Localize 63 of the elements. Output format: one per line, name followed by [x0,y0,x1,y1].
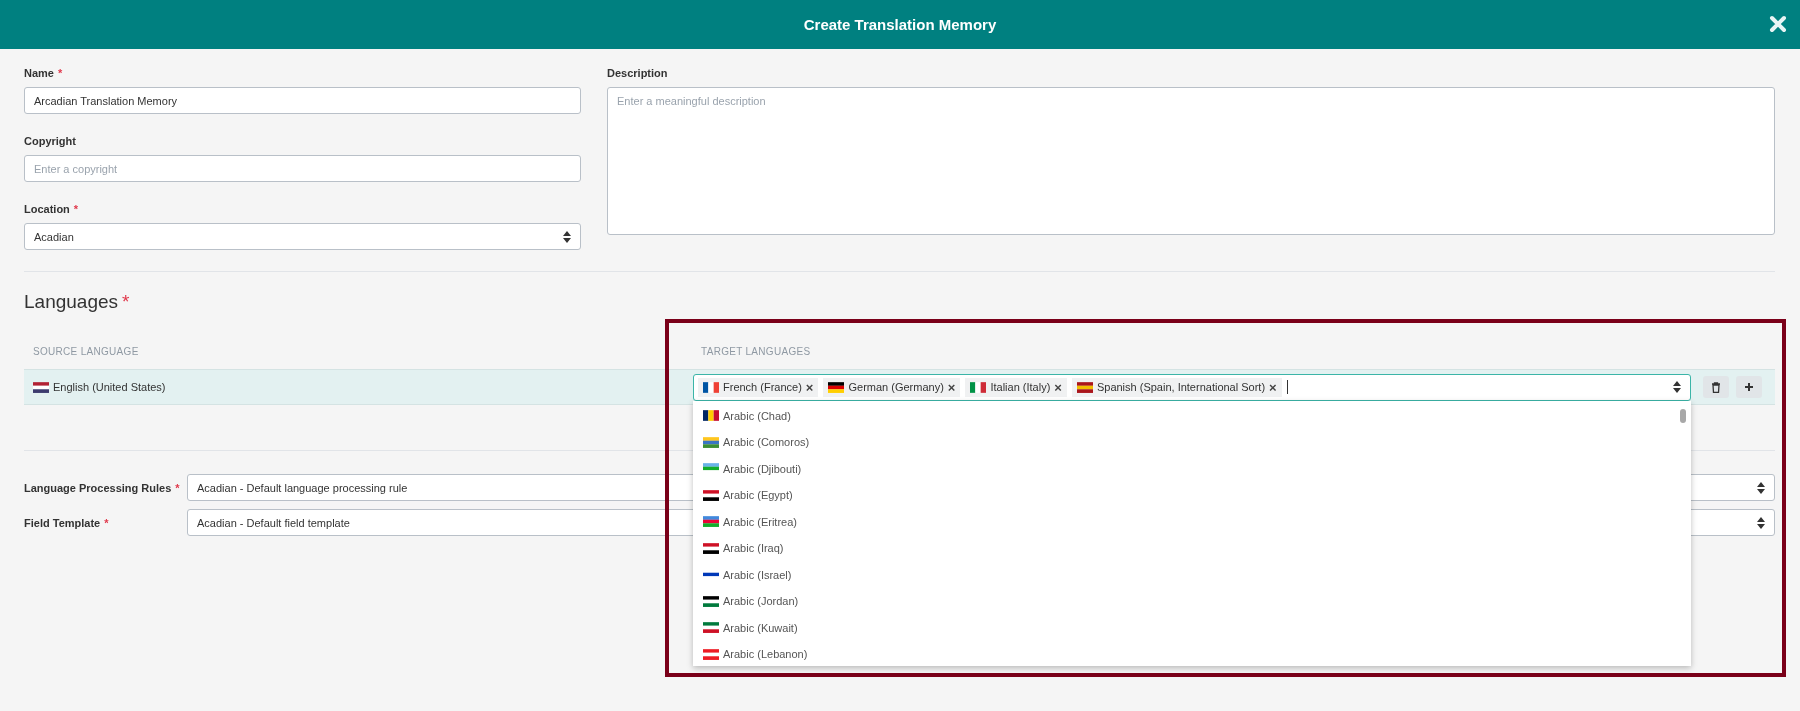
field-label: Language Processing Rules [24,481,172,494]
location-select[interactable]: Acadian [24,223,581,250]
required-asterisk: * [57,67,63,79]
dropdown-option[interactable]: Arabic (Egypt) [693,482,1691,509]
dropdown-option[interactable]: Arabic (Iraq) [693,535,1691,562]
dialog-title: Create Translation Memory [803,16,997,33]
section-heading: Languages [24,291,119,312]
flag-icon [703,542,719,554]
flag-icon [703,489,719,501]
remove-tag-button[interactable]: × [1269,380,1277,394]
flag-icon [703,516,719,528]
dropdown-option[interactable]: Arabic (Kuwait) [693,614,1691,641]
dropdown-option[interactable]: Arabic (Eritrea) [693,508,1691,535]
description-field[interactable]: Enter a meaningful description [607,87,1775,235]
copyright-field[interactable]: Enter a copyright [24,155,581,182]
field-label: Description [607,67,668,79]
add-button[interactable] [1736,376,1762,398]
flag-icon [703,410,719,422]
dropdown-option[interactable]: Arabic (Comoros) [693,429,1691,456]
dropdown-option[interactable]: Arabic (Jordan) [693,588,1691,615]
flag-icon [33,381,49,393]
dropdown-option[interactable]: Arabic (Djibouti) [693,455,1691,482]
sort-caret-icon [1673,381,1681,393]
flag-icon [970,381,987,393]
text-cursor [1286,380,1288,394]
delete-button[interactable] [1703,376,1729,398]
flag-icon [703,381,719,393]
required-asterisk: * [104,516,109,529]
plus-icon [1744,382,1754,392]
trash-icon [1711,381,1721,393]
dropdown-option[interactable]: Arabic (Chad) [693,402,1691,429]
flag-icon [703,436,719,448]
dropdown-option[interactable]: Arabic (Israel) [693,561,1691,588]
flag-icon [1076,381,1093,393]
field-label: Location [24,203,70,215]
close-icon [1768,14,1788,34]
source-language: English (United States) [53,381,166,393]
column-header: TARGET LANGUAGES [701,345,811,357]
field-label: Field Template [24,516,101,529]
remove-tag-button[interactable]: × [1054,380,1062,394]
required-asterisk: * [175,481,180,494]
name-field[interactable]: Arcadian Translation Memory [24,87,581,114]
remove-tag-button[interactable]: × [947,380,956,394]
flag-icon [703,595,719,607]
tag-label: Italian (Italy) [990,381,1051,393]
sort-caret-icon [1757,481,1765,494]
flag-icon [703,622,719,634]
column-header: SOURCE LANGUAGE [33,345,139,357]
tag-label: German (Germany) [848,381,944,393]
required-asterisk: * [73,203,79,215]
flag-icon [828,381,845,393]
flag-icon [703,648,719,660]
required-asterisk: * [122,291,130,312]
close-button[interactable] [1768,14,1788,34]
field-label: Copyright [24,135,76,147]
scrollbar-thumb[interactable] [1680,408,1686,423]
tag-label: French (France) [723,381,802,393]
remove-tag-button[interactable]: × [805,380,814,394]
tag-label: Spanish (Spain, International Sort) [1096,381,1266,393]
sort-caret-icon [563,230,571,243]
dropdown-option[interactable]: Arabic (Lebanon) [693,641,1691,668]
sort-caret-icon [1757,516,1765,529]
field-label: Name [24,67,54,79]
